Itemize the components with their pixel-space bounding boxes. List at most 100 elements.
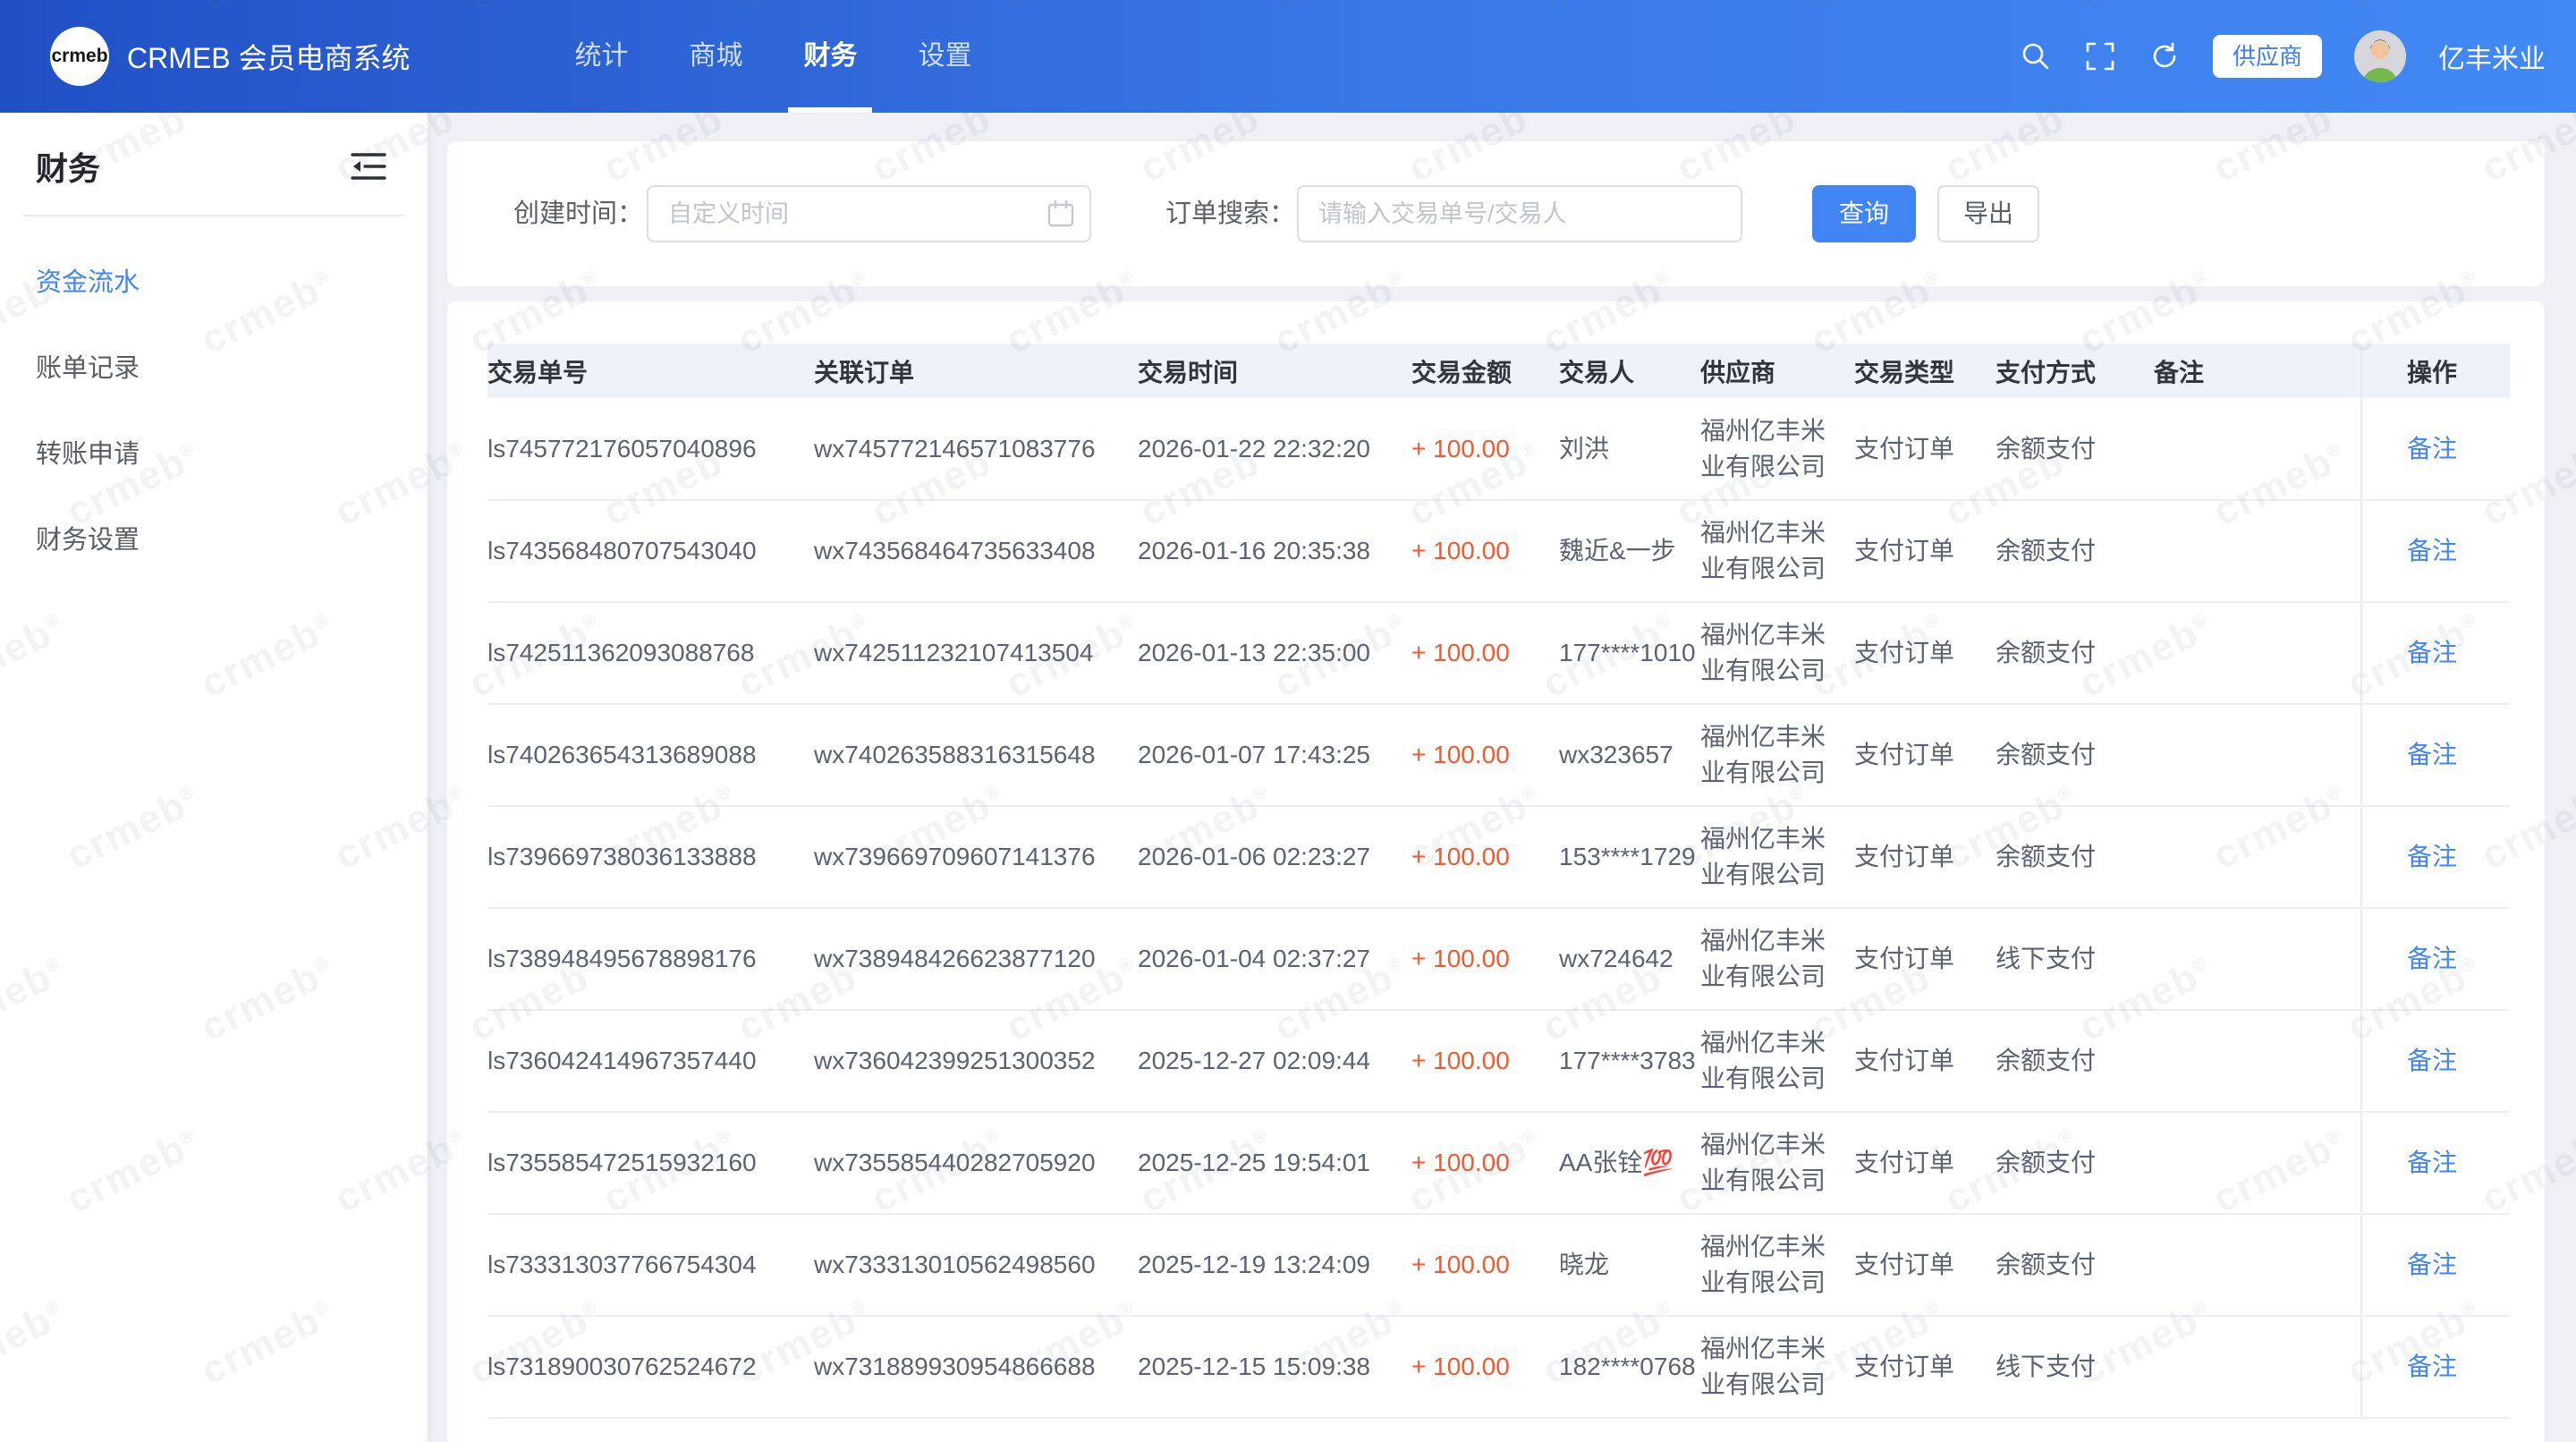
search-button[interactable]: 查询 xyxy=(1812,185,1916,242)
cell-trade-no: ls742511362093088768 xyxy=(487,602,814,704)
refresh-icon[interactable] xyxy=(2148,40,2181,72)
search-icon[interactable] xyxy=(2020,40,2052,72)
date-range-field xyxy=(647,185,1091,242)
cell-amount: + 100.00 xyxy=(1411,1316,1559,1418)
table-header-cell: 供应商 xyxy=(1700,344,1854,398)
table-row: ls740263654313689088 wx74026358831631564… xyxy=(487,704,2510,806)
cell-actions: 备注 xyxy=(2361,398,2510,500)
avatar[interactable] xyxy=(2354,30,2406,82)
cell-actions: 备注 xyxy=(2361,1316,2510,1418)
cell-remark xyxy=(2154,1010,2361,1112)
cell-type: 支付订单 xyxy=(1854,704,1996,806)
remark-link[interactable]: 备注 xyxy=(2407,741,2457,768)
cell-trade-no: ls745772176057040896 xyxy=(487,398,814,500)
date-range-input[interactable] xyxy=(647,185,1091,242)
nav-item-settings[interactable]: 设置 xyxy=(900,0,989,113)
table-header-cell: 交易人 xyxy=(1559,344,1700,398)
cell-time: 2026-01-07 17:43:25 xyxy=(1138,704,1411,806)
sidebar-item-fund-flow[interactable]: 资金流水 xyxy=(0,240,428,326)
sidebar-item-bill-records[interactable]: 账单记录 xyxy=(0,326,428,411)
cell-remark xyxy=(2154,704,2361,806)
top-nav: 统计 商城 财务 设置 xyxy=(544,0,1002,113)
remark-link[interactable]: 备注 xyxy=(2407,1251,2457,1278)
cell-amount: + 100.00 xyxy=(1411,1112,1559,1214)
transactions-card: 交易单号关联订单交易时间交易金额交易人供应商交易类型支付方式备注操作 ls745… xyxy=(447,301,2545,1442)
cell-type: 支付订单 xyxy=(1854,806,1996,908)
remark-link[interactable]: 备注 xyxy=(2407,843,2457,870)
cell-pay-method: 余额支付 xyxy=(1996,1214,2154,1316)
cell-supplier: 福州亿丰米业有限公司 xyxy=(1700,1214,1854,1316)
sidebar-item-finance-settings[interactable]: 财务设置 xyxy=(0,497,428,583)
table-header-row: 交易单号关联订单交易时间交易金额交易人供应商交易类型支付方式备注操作 xyxy=(487,344,2510,398)
cell-trade-no: ls733313037766754304 xyxy=(487,1214,814,1316)
cell-time: 2025-12-27 02:09:44 xyxy=(1138,1010,1411,1112)
filter-bar: 创建时间： 订单搜索： 查询 导出 xyxy=(447,141,2545,286)
table-row: ls733313037766754304 wx73331301056249856… xyxy=(487,1214,2510,1316)
cell-pay-method: 线下支付 xyxy=(1996,1316,2154,1418)
remark-link[interactable]: 备注 xyxy=(2407,639,2457,666)
supplier-badge[interactable]: 供应商 xyxy=(2213,35,2322,78)
cell-supplier: 福州亿丰米业有限公司 xyxy=(1700,908,1854,1010)
cell-type: 支付订单 xyxy=(1854,602,1996,704)
cell-time: 2025-12-15 15:09:38 xyxy=(1138,1316,1411,1418)
cell-order-no: wx743568464735633408 xyxy=(814,500,1138,602)
remark-link[interactable]: 备注 xyxy=(2407,1047,2457,1074)
nav-item-mall[interactable]: 商城 xyxy=(671,0,760,113)
cell-order-no: wx742511232107413504 xyxy=(814,602,1138,704)
cell-type: 支付订单 xyxy=(1854,1214,1996,1316)
transactions-table: 交易单号关联订单交易时间交易金额交易人供应商交易类型支付方式备注操作 ls745… xyxy=(487,344,2510,1419)
main-content: 创建时间： 订单搜索： 查询 导出 交易单号关联订 xyxy=(428,113,2576,1442)
cell-actions: 备注 xyxy=(2361,1214,2510,1316)
cell-order-no: wx740263588316315648 xyxy=(814,704,1138,806)
cell-remark xyxy=(2154,908,2361,1010)
cell-payer: 晓龙 xyxy=(1559,1214,1700,1316)
cell-pay-method: 余额支付 xyxy=(1996,1112,2154,1214)
cell-supplier: 福州亿丰米业有限公司 xyxy=(1700,1010,1854,1112)
cell-time: 2025-12-19 13:24:09 xyxy=(1138,1214,1411,1316)
nav-item-finance[interactable]: 财务 xyxy=(785,0,875,113)
order-search-label: 订单搜索： xyxy=(1165,141,1295,286)
cell-remark xyxy=(2154,1214,2361,1316)
remark-link[interactable]: 备注 xyxy=(2407,1353,2457,1380)
header-actions: 供应商 亿丰米业 xyxy=(2020,0,2546,113)
cell-supplier: 福州亿丰米业有限公司 xyxy=(1700,1112,1854,1214)
cell-supplier: 福州亿丰米业有限公司 xyxy=(1700,500,1854,602)
cell-payer: wx323657 xyxy=(1559,704,1700,806)
cell-order-no: wx736042399251300352 xyxy=(814,1010,1138,1112)
cell-order-no: wx731889930954866688 xyxy=(814,1316,1138,1418)
cell-amount: + 100.00 xyxy=(1411,602,1559,704)
cell-pay-method: 余额支付 xyxy=(1996,500,2154,602)
cell-actions: 备注 xyxy=(2361,1010,2510,1112)
cell-time: 2025-12-25 19:54:01 xyxy=(1138,1112,1411,1214)
remark-link[interactable]: 备注 xyxy=(2407,1149,2457,1176)
cell-time: 2026-01-04 02:37:27 xyxy=(1138,908,1411,1010)
export-button[interactable]: 导出 xyxy=(1937,185,2039,242)
cell-order-no: wx735585440282705920 xyxy=(814,1112,1138,1214)
table-row: ls738948495678898176 wx73894842662387712… xyxy=(487,908,2510,1010)
sidebar-item-transfer-request[interactable]: 转账申请 xyxy=(0,411,428,497)
user-name[interactable]: 亿丰米业 xyxy=(2438,37,2546,76)
table-header-cell: 备注 xyxy=(2154,344,2361,398)
cell-supplier: 福州亿丰米业有限公司 xyxy=(1700,398,1854,500)
fullscreen-icon[interactable] xyxy=(2084,40,2116,72)
cell-actions: 备注 xyxy=(2361,500,2510,602)
sidebar-menu: 资金流水 账单记录 转账申请 财务设置 xyxy=(0,216,428,583)
cell-type: 支付订单 xyxy=(1854,908,1996,1010)
nav-item-statistics[interactable]: 统计 xyxy=(556,0,646,113)
table-row: ls735585472515932160 wx73558544028270592… xyxy=(487,1112,2510,1214)
cell-pay-method: 余额支付 xyxy=(1996,602,2154,704)
cell-order-no: wx739669709607141376 xyxy=(814,806,1138,908)
remark-link[interactable]: 备注 xyxy=(2407,945,2457,972)
cell-payer: 177****1010 xyxy=(1559,602,1700,704)
sidebar-title: 财务 xyxy=(36,143,100,190)
calendar-icon[interactable] xyxy=(1045,198,1077,230)
app-logo: crmeb xyxy=(50,27,109,86)
cell-amount: + 100.00 xyxy=(1411,398,1559,500)
cell-payer: wx724642 xyxy=(1559,908,1700,1010)
app-logo-text: crmeb xyxy=(51,46,107,67)
menu-fold-icon[interactable] xyxy=(349,148,388,184)
sidebar: 财务 资金流水 账单记录 转账申请 财务设置 xyxy=(0,113,428,1442)
remark-link[interactable]: 备注 xyxy=(2407,537,2457,564)
remark-link[interactable]: 备注 xyxy=(2407,435,2457,462)
order-search-input[interactable] xyxy=(1297,185,1742,242)
